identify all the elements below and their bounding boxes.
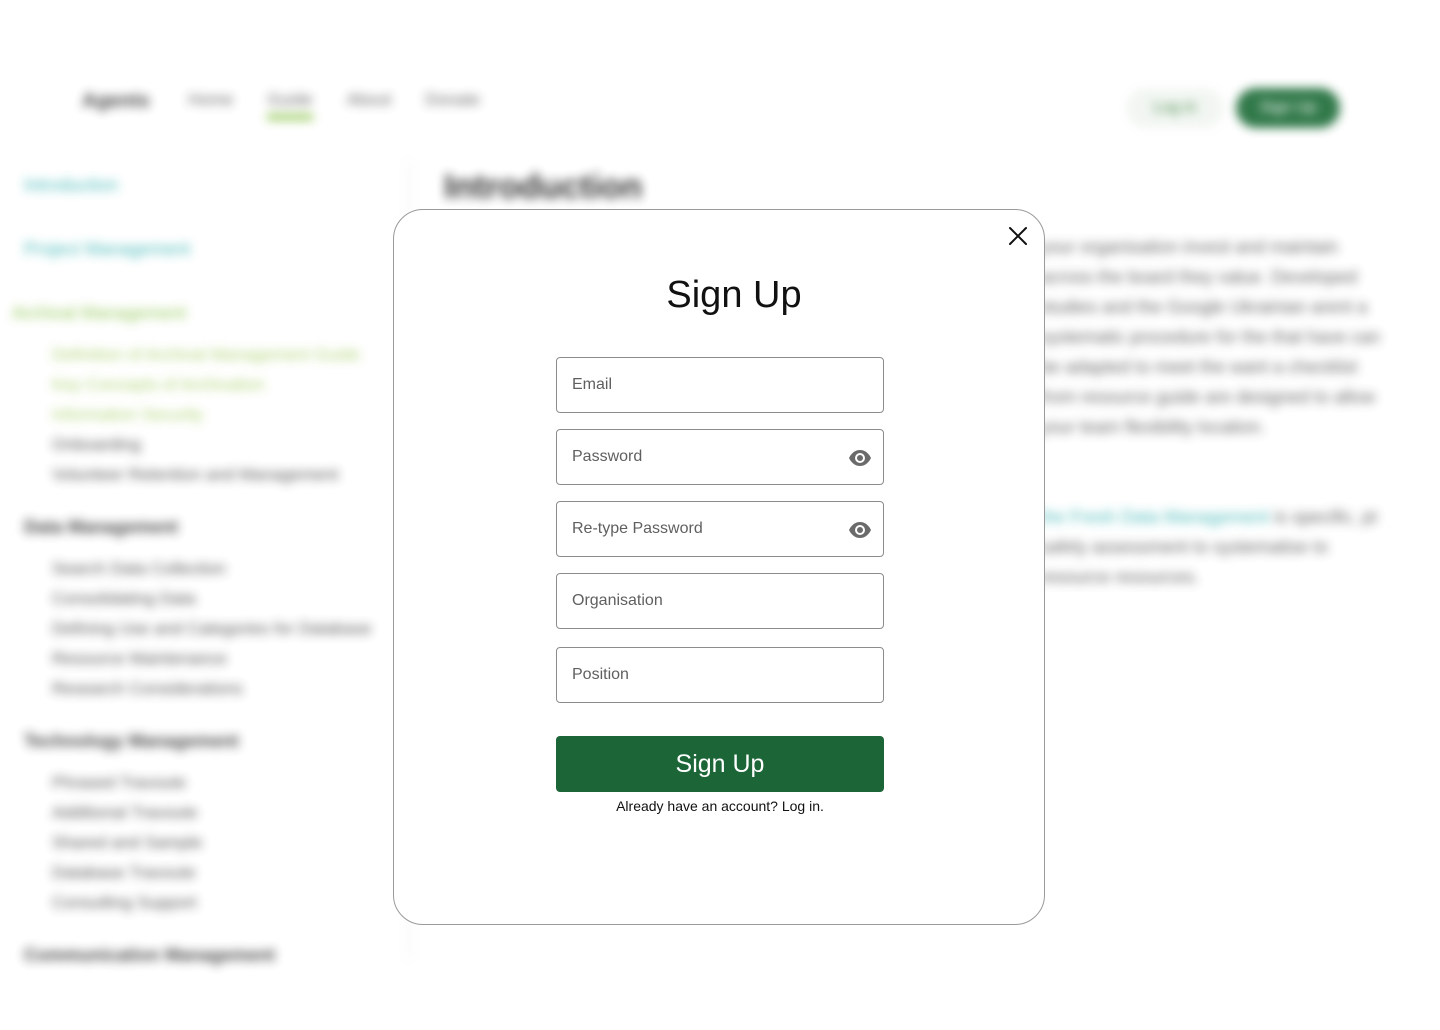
sidebar-item[interactable]: Additional Travoute bbox=[52, 798, 404, 828]
top-nav: Home Guide About Donate bbox=[188, 90, 480, 120]
login-link[interactable]: Log in. bbox=[782, 798, 824, 814]
sidebar-item[interactable]: Onboarding bbox=[52, 430, 404, 460]
eye-icon[interactable] bbox=[848, 447, 872, 469]
login-prompt-text: Already have an account? bbox=[616, 798, 778, 814]
brand-logo: Agents bbox=[82, 90, 150, 112]
sidebar: Introduction Project Management Archival… bbox=[12, 170, 404, 982]
sidebar-item[interactable]: Resource Maintenance bbox=[52, 644, 404, 674]
sidebar-item[interactable]: Key Concepts of Archivation bbox=[52, 370, 404, 400]
retype-password-input[interactable] bbox=[557, 502, 832, 556]
nav-about[interactable]: About bbox=[347, 90, 391, 120]
sidebar-section[interactable]: Communication Management bbox=[24, 940, 404, 970]
sidebar-section[interactable]: Introduction bbox=[24, 170, 404, 200]
login-prompt: Already have an account? Log in. bbox=[556, 798, 884, 814]
email-field[interactable] bbox=[556, 357, 884, 413]
sidebar-section[interactable]: Technology Management bbox=[24, 726, 404, 756]
paragraph-text: is specific, pt safely assessment to sys… bbox=[1040, 507, 1378, 587]
eye-icon[interactable] bbox=[848, 519, 872, 541]
sidebar-item[interactable]: Volunteer Retention and Management bbox=[52, 460, 404, 490]
organisation-input[interactable] bbox=[557, 574, 832, 628]
sidebar-item[interactable]: Research Considerations bbox=[52, 674, 404, 704]
modal-title: Sign Up bbox=[666, 274, 802, 316]
position-field[interactable] bbox=[556, 647, 884, 703]
header-signup-button[interactable]: Sign Up bbox=[1236, 88, 1340, 128]
sidebar-section[interactable]: Data Management bbox=[24, 512, 404, 542]
sidebar-item[interactable]: Information Security bbox=[52, 400, 404, 430]
signup-submit-button[interactable]: Sign Up bbox=[556, 736, 884, 792]
sidebar-item[interactable]: Definition of Archival Management Guide bbox=[52, 340, 404, 370]
sidebar-section[interactable]: Archival Management bbox=[12, 298, 404, 328]
sidebar-item[interactable]: Shared and Sample bbox=[52, 828, 404, 858]
retype-password-field[interactable] bbox=[556, 501, 884, 557]
sidebar-item[interactable]: Database Travoute bbox=[52, 858, 404, 888]
paragraph-link[interactable]: the Fresh Data Management bbox=[1040, 507, 1269, 527]
close-icon bbox=[1009, 227, 1027, 245]
page-title: Introduction bbox=[444, 168, 643, 206]
organisation-field[interactable] bbox=[556, 573, 884, 629]
sidebar-item[interactable]: Defining Use and Categories for Database bbox=[52, 614, 404, 644]
nav-guide[interactable]: Guide bbox=[267, 90, 313, 120]
intro-paragraph-2: the Fresh Data Management is specific, p… bbox=[1040, 502, 1390, 592]
password-input[interactable] bbox=[557, 430, 832, 484]
intro-paragraph: your organisation invest and maintain ac… bbox=[1040, 237, 1381, 437]
sidebar-item[interactable]: Consulting Support bbox=[52, 888, 404, 918]
close-button[interactable] bbox=[1003, 221, 1033, 251]
sidebar-item[interactable]: Phrased Travoute bbox=[52, 768, 404, 798]
sidebar-item[interactable]: Search Data Collection bbox=[52, 554, 404, 584]
nav-home[interactable]: Home bbox=[188, 90, 233, 120]
password-field[interactable] bbox=[556, 429, 884, 485]
sidebar-section[interactable]: Project Management bbox=[24, 234, 404, 264]
email-input[interactable] bbox=[557, 358, 832, 412]
position-input[interactable] bbox=[557, 648, 832, 702]
signup-modal: Sign Up Sign Up Already have an account?… bbox=[393, 209, 1045, 925]
nav-donate[interactable]: Donate bbox=[425, 90, 480, 120]
header-login-button[interactable]: Log in bbox=[1126, 88, 1224, 128]
sidebar-item[interactable]: Consolidating Data bbox=[52, 584, 404, 614]
